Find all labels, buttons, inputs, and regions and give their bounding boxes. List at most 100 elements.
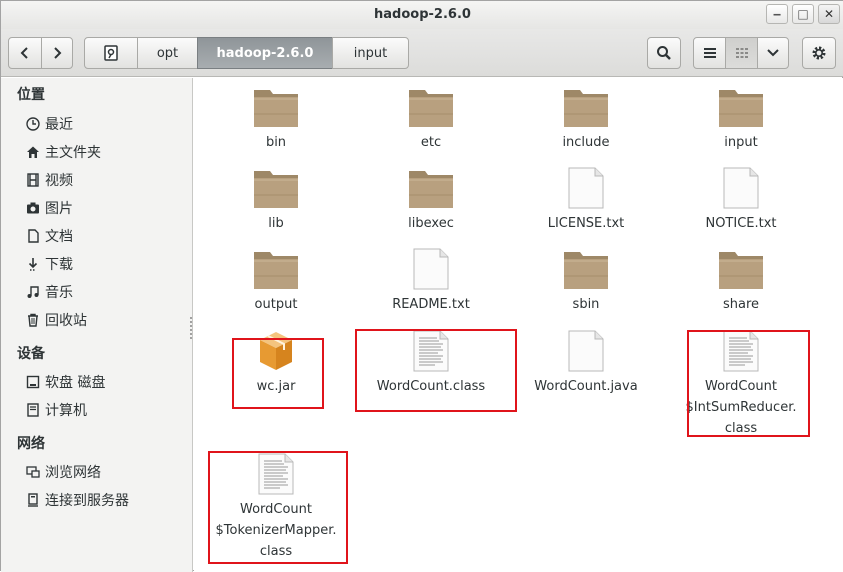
drive-icon [104,45,118,61]
folder-icon [719,90,763,127]
text-file-icon [413,248,449,290]
close-button[interactable]: ✕ [818,4,840,24]
download-icon [25,256,41,272]
sidebar-resize-handle[interactable] [189,316,193,340]
close-icon: ✕ [823,7,835,21]
file-item[interactable]: include [516,86,656,153]
blank-file-icon [568,330,604,372]
highlight-box [232,338,324,409]
document-icon [25,228,41,244]
file-item[interactable]: bin [206,86,346,153]
file-name: output [254,297,298,312]
sidebar-item-downloads[interactable]: 下载 [25,253,73,275]
sidebar-item-videos[interactable]: 视频 [25,169,73,191]
sidebar-item-music[interactable]: 音乐 [25,281,73,303]
sidebar-item-label: 文档 [45,229,73,245]
path-crumb-opt[interactable]: opt [137,37,198,69]
path-crumb-hadoop[interactable]: hadoop-2.6.0 [197,37,333,69]
drive-icon [25,374,41,390]
path-crumb-input[interactable]: input [332,37,409,69]
list-view-button[interactable] [693,37,726,69]
file-name: input [724,135,758,150]
sidebar-item-label: 图片 [45,201,73,217]
server-icon [25,492,41,508]
file-item[interactable]: output [206,248,346,315]
file-item[interactable]: share [671,248,811,315]
path-crumb-label: input [353,45,388,61]
sidebar: 位置 最近 主文件夹 视频 图片 文档 下载 音乐 回收站 设备 软盘 磁盘 计… [1,78,193,572]
text-file-icon [568,167,604,209]
path-crumb-label: opt [156,45,179,61]
file-name: WordCount.java [534,379,638,394]
sidebar-item-label: 浏览网络 [45,465,101,481]
file-name: libexec [408,216,454,231]
trash-icon [25,312,41,328]
sidebar-item-connect-server[interactable]: 连接到服务器 [25,489,129,511]
text-file-icon [723,167,759,209]
file-item[interactable]: NOTICE.txt [671,167,811,234]
sidebar-item-pictures[interactable]: 图片 [25,197,73,219]
sidebar-section-network: 网络 [17,436,45,452]
music-icon [25,284,41,300]
minimize-button[interactable]: ‒ [766,4,788,24]
file-name: sbin [572,297,600,312]
chevron-left-icon [20,47,28,59]
file-name: LICENSE.txt [547,216,625,231]
gear-icon [812,46,826,60]
file-item[interactable]: sbin [516,248,656,315]
sidebar-item-trash[interactable]: 回收站 [25,309,87,331]
sidebar-item-label: 软盘 磁盘 [45,375,106,391]
sidebar-section-places: 位置 [17,87,45,103]
search-icon [657,46,671,60]
back-button[interactable] [8,37,42,69]
forward-button[interactable] [41,37,73,69]
sidebar-item-computer[interactable]: 计算机 [25,399,87,421]
folder-icon [254,171,298,208]
file-item[interactable]: input [671,86,811,153]
sidebar-item-label: 最近 [45,117,73,133]
folder-icon [409,171,453,208]
path-root-button[interactable] [84,37,138,69]
window-controls: ‒ □ ✕ [766,4,840,24]
search-button[interactable] [647,37,681,69]
folder-icon [409,90,453,127]
sidebar-item-home[interactable]: 主文件夹 [25,141,101,163]
settings-button[interactable] [802,37,836,69]
sidebar-item-label: 计算机 [45,403,87,419]
file-name: include [562,135,610,150]
highlight-box [208,451,348,564]
folder-icon [564,252,608,289]
file-item[interactable]: LICENSE.txt [516,167,656,234]
view-options-button[interactable] [757,37,789,69]
sidebar-item-label: 下载 [45,257,73,273]
file-name: NOTICE.txt [705,216,777,231]
folder-icon [564,90,608,127]
grid-view-button[interactable] [725,37,758,69]
file-item[interactable]: etc [361,86,501,153]
sidebar-item-recent[interactable]: 最近 [25,113,73,135]
title-bar[interactable]: hadoop-2.6.0 ‒ □ ✕ [1,1,843,29]
folder-icon [254,90,298,127]
sidebar-item-browse-network[interactable]: 浏览网络 [25,461,101,483]
highlight-box [355,329,517,412]
file-manager-window: hadoop-2.6.0 ‒ □ ✕ opt hadoop-2.6.0 inpu… [0,0,843,572]
file-item[interactable]: README.txt [361,248,501,315]
file-item[interactable]: libexec [361,167,501,234]
network-icon [25,464,41,480]
file-name: README.txt [392,297,470,312]
list-icon [703,48,716,58]
maximize-button[interactable]: □ [792,4,814,24]
sidebar-item-label: 音乐 [45,285,73,301]
computer-icon [25,402,41,418]
highlight-box [687,330,810,437]
file-item[interactable]: lib [206,167,346,234]
camera-icon [25,200,41,216]
chevron-down-icon [767,49,779,57]
folder-icon [254,252,298,289]
sidebar-item-documents[interactable]: 文档 [25,225,73,247]
folder-icon [719,252,763,289]
sidebar-item-disk[interactable]: 软盘 磁盘 [25,371,105,393]
sidebar-item-label: 主文件夹 [45,145,101,161]
chevron-right-icon [54,47,62,59]
file-item[interactable]: WordCount.java [516,330,656,397]
